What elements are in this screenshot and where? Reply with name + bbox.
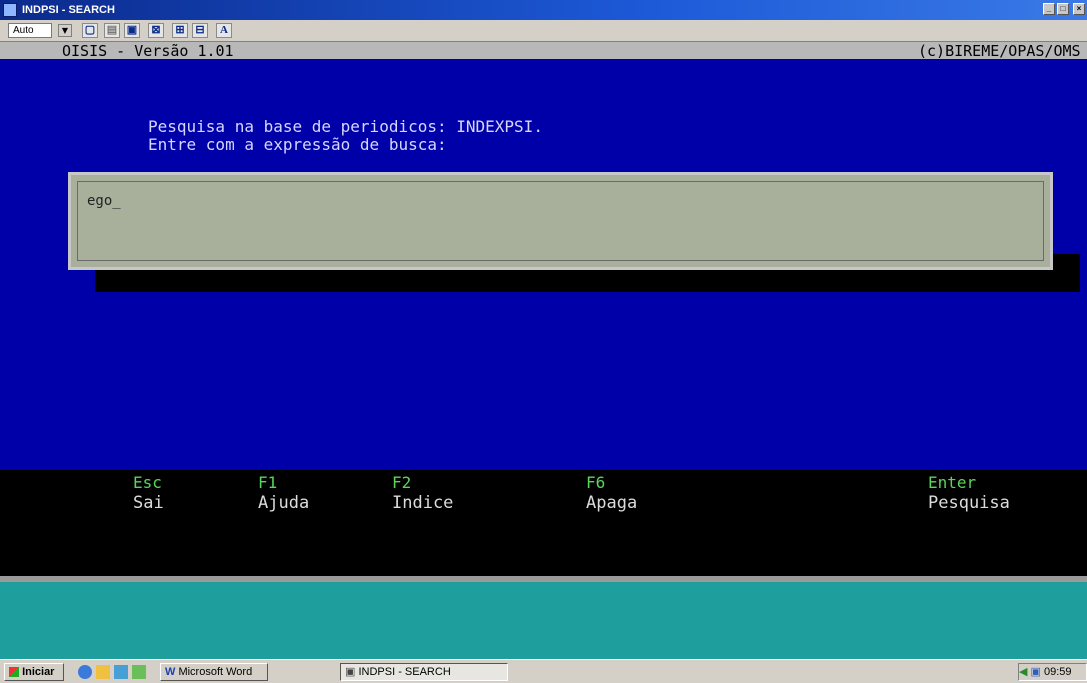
- fkey-enter-label[interactable]: Pesquisa: [928, 494, 1010, 512]
- minimize-button[interactable]: _: [1043, 3, 1055, 15]
- title-bar[interactable]: INDPSI - SEARCH _ □ ×: [0, 0, 1087, 20]
- prompt-line-1: Pesquisa na base de periodicos: INDEXPSI…: [148, 117, 543, 136]
- properties-icon[interactable]: ⊞: [172, 23, 188, 38]
- start-label: Iniciar: [22, 666, 55, 678]
- search-input-value[interactable]: ego_: [87, 193, 121, 209]
- fkey-f2[interactable]: F2: [392, 475, 411, 491]
- close-button[interactable]: ×: [1073, 3, 1085, 15]
- fkey-f2-label[interactable]: Indice: [392, 494, 453, 512]
- taskbar: Iniciar W Microsoft Word ▣ INDPSI - SEAR…: [0, 659, 1087, 683]
- toolbar: Auto ▼ ▢ ▤ ▣ ⊠ ⊞ ⊟ A: [0, 20, 1087, 42]
- status-area: [0, 582, 1087, 659]
- network-tray-icon[interactable]: ▣: [1031, 666, 1041, 678]
- word-task-label: Microsoft Word: [178, 666, 253, 678]
- font-icon[interactable]: A: [216, 23, 232, 38]
- maximize-button[interactable]: □: [1057, 3, 1069, 15]
- copyright: (c)BIREME/OPAS/OMS: [918, 42, 1081, 60]
- fkey-enter[interactable]: Enter: [928, 475, 976, 491]
- program-version: OISIS - Versão 1.01: [62, 42, 234, 60]
- word-icon: W: [165, 666, 176, 678]
- fkey-esc-label[interactable]: Sai: [133, 494, 164, 512]
- fkey-f1-label[interactable]: Ajuda: [258, 494, 309, 512]
- fullscreen-icon[interactable]: ⊠: [148, 23, 164, 38]
- volume-icon[interactable]: ◀: [1019, 666, 1027, 678]
- function-key-bar: [0, 470, 1087, 576]
- chevron-down-icon[interactable]: ▼: [58, 24, 72, 37]
- search-input-frame: [77, 181, 1044, 261]
- task-indpsi-search[interactable]: ▣ INDPSI - SEARCH: [340, 663, 508, 681]
- fkey-f6[interactable]: F6: [586, 475, 605, 491]
- copy-icon[interactable]: ▤: [104, 23, 120, 38]
- font-size-select[interactable]: Auto: [8, 23, 52, 38]
- windows-logo-icon: [9, 667, 19, 678]
- dos-window-icon: ▣: [345, 666, 356, 678]
- mark-icon[interactable]: ▢: [82, 23, 98, 38]
- fkey-f6-label[interactable]: Apaga: [586, 494, 637, 512]
- fkey-esc[interactable]: Esc: [133, 475, 162, 491]
- search-task-label: INDPSI - SEARCH: [358, 666, 451, 678]
- system-tray: ◀ ▣ 09:59: [1018, 663, 1087, 681]
- app-icon[interactable]: [3, 3, 17, 17]
- paste-icon[interactable]: ▣: [124, 23, 140, 38]
- window-title: INDPSI - SEARCH: [22, 4, 115, 16]
- task-microsoft-word[interactable]: W Microsoft Word: [160, 663, 268, 681]
- network-icon[interactable]: [114, 665, 128, 679]
- explorer-icon[interactable]: [96, 665, 110, 679]
- desktop-icon[interactable]: [132, 665, 146, 679]
- ie-icon[interactable]: [78, 665, 92, 679]
- clock[interactable]: 09:59: [1044, 666, 1072, 678]
- background-icon[interactable]: ⊟: [192, 23, 208, 38]
- start-button[interactable]: Iniciar: [4, 663, 64, 681]
- prompt-line-2: Entre com a expressão de busca:: [148, 135, 447, 154]
- fkey-f1[interactable]: F1: [258, 475, 277, 491]
- search-input[interactable]: ego_: [68, 172, 1053, 270]
